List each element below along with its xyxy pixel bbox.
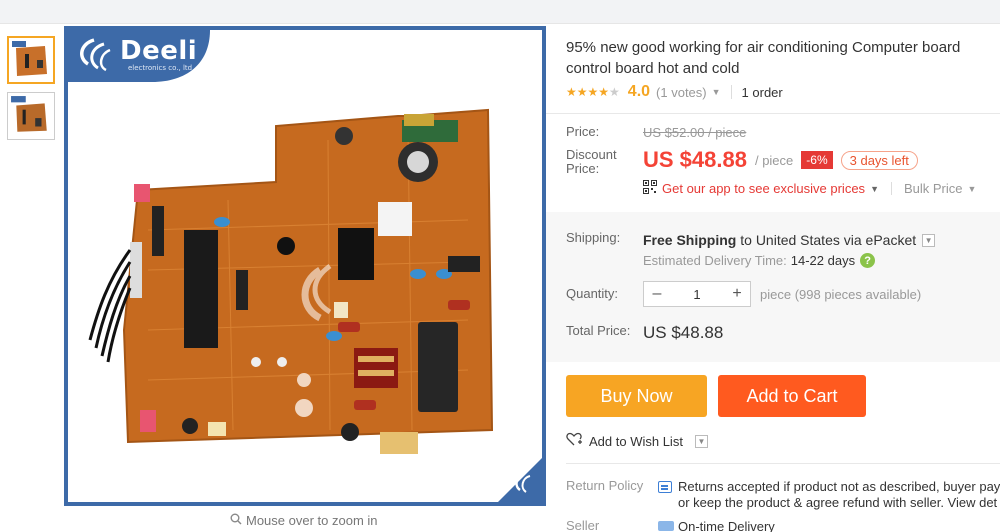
delivery-estimate: Estimated Delivery Time: 14-22 days ?	[643, 253, 876, 268]
zoom-hint: Mouse over to zoom in	[230, 513, 378, 528]
total-price-label: Total Price:	[566, 323, 631, 338]
section-divider	[566, 463, 1000, 464]
add-to-cart-button[interactable]: Add to Cart	[718, 375, 866, 417]
brand-logo-subtext: electronics co., ltd	[128, 64, 193, 72]
chevron-down-icon[interactable]: ▼	[712, 87, 721, 97]
chevron-down-icon[interactable]: ▼	[694, 434, 708, 448]
app-promo-link[interactable]: Get our app to see exclusive prices	[662, 181, 865, 196]
return-policy-line2[interactable]: or keep the product & agree refund with …	[678, 495, 997, 510]
thumbnail-image-1	[11, 40, 51, 80]
return-policy-label: Return Policy	[566, 478, 644, 493]
magnifier-icon	[230, 513, 242, 528]
top-bar	[0, 0, 1000, 24]
shipping-destination: United States via ePacket	[755, 232, 917, 248]
orders-count: 1 order	[741, 84, 783, 100]
app-promo-row: Get our app to see exclusive prices ▼ Bu…	[643, 180, 976, 197]
price-label: Price:	[566, 124, 600, 139]
chevron-down-icon[interactable]: ▼	[922, 233, 936, 247]
rating-row: ★★★★★ 4.0 (1 votes) ▼ 1 order	[566, 83, 783, 101]
divider	[890, 182, 892, 195]
discount-price-label-line1: Discount	[566, 147, 617, 162]
shipping-label: Shipping:	[566, 230, 621, 245]
discount-price-label: Discount Price:	[566, 148, 617, 176]
total-price-value: US $48.88	[643, 323, 724, 342]
product-title-line1: 95% new good working for air conditionin…	[566, 39, 961, 56]
bulk-price-link[interactable]: Bulk Price	[904, 181, 963, 196]
zoom-hint-text: Mouse over to zoom in	[246, 513, 378, 528]
delivery-truck-icon	[658, 521, 674, 531]
brand-logo: Deeli electronics co., ltd	[68, 30, 210, 82]
seller-label: Seller	[566, 518, 600, 532]
free-shipping-text: Free Shipping	[643, 232, 737, 248]
return-policy-icon	[658, 481, 672, 493]
availability-text: piece (998 pieces available)	[760, 287, 922, 302]
product-title-line2: control board hot and cold	[566, 60, 740, 77]
thumbnail-image-2	[10, 95, 52, 137]
quantity-decrease-button[interactable]: –	[644, 285, 670, 303]
qr-code-icon	[643, 180, 657, 197]
seller-guarantee: On-time Delivery	[678, 519, 775, 532]
quantity-increase-button[interactable]: +	[724, 285, 750, 303]
wish-list-label: Add to Wish List	[589, 433, 683, 449]
divider	[730, 85, 732, 99]
quantity-label: Quantity:	[566, 286, 619, 301]
discount-price: US $48.88	[643, 147, 747, 172]
price-row: US $48.88 / piece -6% 3 days left	[643, 147, 918, 173]
quantity-input[interactable]: 1	[670, 287, 724, 302]
original-price: US $52.00 / piece	[643, 125, 747, 140]
chevron-down-icon[interactable]: ▼	[968, 184, 977, 194]
delivery-estimate-label: Estimated Delivery Time:	[643, 253, 787, 268]
brand-logo-text: Deeli	[120, 36, 198, 66]
chevron-down-icon[interactable]: ▼	[870, 184, 879, 194]
votes-link[interactable]: (1 votes)	[656, 85, 707, 100]
days-left-badge: 3 days left	[840, 150, 918, 170]
price-unit: / piece	[754, 152, 794, 168]
help-icon[interactable]: ?	[860, 253, 876, 268]
section-divider	[546, 113, 1000, 114]
shipping-to-text: to	[736, 232, 756, 248]
quantity-stepper: – 1 +	[643, 281, 751, 307]
discount-price-label-line2: Price:	[566, 161, 600, 176]
return-policy-line1: Returns accepted if product not as descr…	[678, 479, 1000, 494]
add-to-wish-list[interactable]: Add to Wish List ▼	[566, 432, 708, 450]
shipping-value[interactable]: Free Shipping to United States via ePack…	[643, 232, 936, 248]
thumbnail-2[interactable]	[7, 92, 55, 140]
product-main-image[interactable]: Deeli electronics co., ltd	[64, 26, 546, 506]
heart-plus-icon	[566, 432, 583, 450]
thumbnail-1[interactable]	[7, 36, 55, 84]
rating-score: 4.0	[627, 83, 651, 100]
delivery-estimate-value: 14-22 days	[790, 253, 856, 268]
product-title: 95% new good working for air conditionin…	[566, 37, 1000, 79]
star-rating-icon: ★★★★★	[566, 85, 620, 99]
discount-badge: -6%	[801, 151, 833, 169]
circuit-board-photo	[88, 108, 542, 502]
buy-now-button[interactable]: Buy Now	[566, 375, 707, 417]
